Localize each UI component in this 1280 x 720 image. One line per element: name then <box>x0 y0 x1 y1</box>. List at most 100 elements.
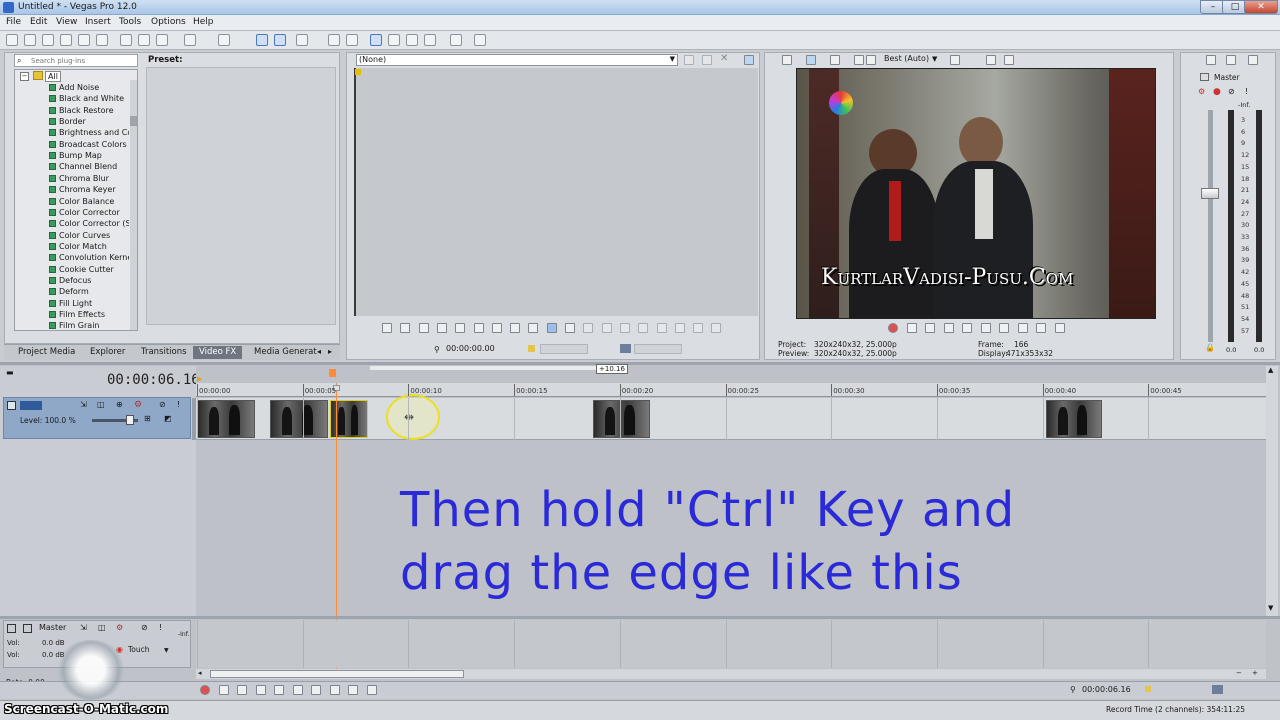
menu-tools[interactable]: Tools <box>119 17 141 27</box>
zoom-out-icon[interactable] <box>674 323 685 333</box>
tree-collapse-icon[interactable]: − <box>20 72 29 81</box>
tab-scroll-right-icon[interactable]: ▸ <box>328 347 332 356</box>
track-compositing-icon[interactable]: ◫ <box>97 400 105 409</box>
bus-settings-icon[interactable]: ⚙ <box>116 623 123 632</box>
trimmer-video-icon[interactable] <box>620 344 631 353</box>
properties-icon[interactable] <box>96 34 108 46</box>
scroll-left-icon[interactable]: ◂ <box>198 669 202 677</box>
tab-transitions[interactable]: Transitions <box>135 346 193 359</box>
menu-options[interactable]: Options <box>151 17 186 27</box>
plugin-item[interactable]: Border <box>49 116 129 127</box>
plugin-item[interactable]: Chroma Keyer <box>49 184 129 195</box>
track-solo-icon[interactable]: ! <box>177 400 180 409</box>
tab-media-generators[interactable]: Media Generat <box>248 346 323 359</box>
save-snapshot-icon[interactable] <box>1004 55 1014 65</box>
bus-mute-icon[interactable]: ⊘ <box>141 623 148 632</box>
menu-insert[interactable]: Insert <box>85 17 111 27</box>
timeline-horizontal-scrollbar[interactable]: ◂ − + <box>196 669 1266 679</box>
plugin-item[interactable]: Color Corrector <box>49 207 129 218</box>
tree-root-all[interactable]: All <box>45 71 61 82</box>
loop-icon[interactable] <box>218 685 229 695</box>
master-fader-handle[interactable] <box>1201 188 1219 199</box>
close-button[interactable]: ✕ <box>1244 0 1278 14</box>
cut-icon[interactable] <box>120 34 132 46</box>
plugin-item[interactable]: Broadcast Colors <box>49 139 129 150</box>
menu-help[interactable]: Help <box>193 17 214 27</box>
master-solo-icon[interactable]: ! <box>1245 87 1248 96</box>
marker-icon[interactable] <box>424 34 436 46</box>
expand-icon[interactable] <box>693 323 704 333</box>
trimmer-clear-icon[interactable] <box>702 55 712 65</box>
preview-settings-icon[interactable] <box>866 55 876 65</box>
trimmer-monitor-icon[interactable] <box>744 55 754 65</box>
menu-view[interactable]: View <box>56 17 77 27</box>
video-fx-icon[interactable] <box>854 55 864 65</box>
record-icon[interactable] <box>888 323 898 333</box>
tab-project-media[interactable]: Project Media <box>12 346 81 359</box>
render-icon[interactable] <box>78 34 90 46</box>
zoom-in-icon[interactable] <box>656 323 667 333</box>
auto-ripple-icon[interactable] <box>370 34 382 46</box>
track-level-slider-thumb[interactable] <box>126 415 134 425</box>
scroll-up-icon[interactable]: ▲ <box>1268 366 1273 374</box>
normal-edit-tool-icon[interactable] <box>256 34 268 46</box>
plugin-item[interactable]: Color Match <box>49 241 129 252</box>
add-after-cursor-icon[interactable] <box>601 323 612 333</box>
go-to-start-icon[interactable] <box>311 685 321 695</box>
tab-scroll-left-icon[interactable]: ◂ <box>317 347 321 356</box>
add-to-timeline-icon[interactable] <box>583 323 594 333</box>
plugin-item[interactable]: Convolution Kerne <box>49 252 129 263</box>
trimmer-media-dropdown[interactable]: (None) ▼ <box>356 54 678 66</box>
snapping-icon[interactable] <box>328 34 340 46</box>
tree-scrollbar[interactable] <box>130 80 137 330</box>
previous-frame-icon[interactable] <box>348 685 358 695</box>
bus-touch-mode[interactable]: Touch <box>128 645 150 654</box>
plugin-item[interactable]: Color Balance <box>49 196 129 207</box>
plugin-item[interactable]: Cookie Cutter <box>49 264 129 275</box>
tab-explorer[interactable]: Explorer <box>84 346 131 359</box>
plugin-item[interactable]: Deform <box>49 286 129 297</box>
go-to-start-icon[interactable] <box>999 323 1009 333</box>
trimmer-close-icon[interactable]: ✕ <box>720 53 728 64</box>
go-to-end-icon[interactable] <box>329 685 340 695</box>
plugin-item[interactable]: Fill Light <box>49 298 129 309</box>
menu-file[interactable]: File <box>6 17 21 27</box>
track-list-toggle-icon[interactable]: ▬ <box>6 368 14 377</box>
video-track-header[interactable]: ⇲ ◫ ⊕ ⚙ ⊘ ! Level: 100.0 % ⊞ ◩ <box>3 397 191 439</box>
track-motion-icon[interactable]: ⇲ <box>80 400 87 409</box>
horizontal-scrollbar-thumb[interactable] <box>210 670 464 678</box>
whats-this-icon[interactable] <box>474 34 486 46</box>
paste-icon[interactable] <box>156 34 168 46</box>
plugin-item[interactable]: Chroma Blur <box>49 173 129 184</box>
fit-icon[interactable] <box>638 323 649 333</box>
play-from-start-icon[interactable] <box>925 323 935 333</box>
next-frame-icon[interactable] <box>1054 323 1065 333</box>
track-mute-icon[interactable]: ⊘ <box>159 400 166 409</box>
selection-tool-icon[interactable] <box>296 34 308 46</box>
tree-scrollbar-thumb[interactable] <box>130 116 137 126</box>
meter-settings-icon[interactable] <box>1226 55 1236 65</box>
plugin-item[interactable]: Add Noise <box>49 82 129 93</box>
plugin-item[interactable]: Color Curves <box>49 230 129 241</box>
plugin-item[interactable]: Color Corrector (S <box>49 218 129 229</box>
video-clip[interactable] <box>270 400 328 438</box>
plugin-item[interactable]: Film Grain <box>49 320 129 331</box>
bus-splitter[interactable] <box>0 616 1280 619</box>
plugin-item[interactable]: Black Restore <box>49 105 129 116</box>
pause-icon[interactable] <box>274 685 284 695</box>
plugin-search-input[interactable] <box>31 55 135 66</box>
meter-options-icon[interactable] <box>1206 55 1216 65</box>
stop-icon[interactable] <box>292 685 303 695</box>
plugin-item[interactable]: Defocus <box>49 275 129 286</box>
play-icon[interactable] <box>255 685 266 695</box>
ignore-grouping-icon[interactable] <box>406 34 418 46</box>
play-from-start-icon[interactable] <box>400 323 411 333</box>
next-frame-icon[interactable] <box>366 685 377 695</box>
loop-icon[interactable] <box>906 323 917 333</box>
bus-fx-icon[interactable]: ⇲ <box>80 623 87 632</box>
overlays-icon[interactable] <box>950 55 960 65</box>
marker-flag-icon[interactable] <box>329 369 336 377</box>
pause-icon[interactable] <box>436 323 447 333</box>
master-mute-icon[interactable]: ⊘ <box>1228 87 1235 96</box>
open-icon[interactable] <box>24 34 36 46</box>
